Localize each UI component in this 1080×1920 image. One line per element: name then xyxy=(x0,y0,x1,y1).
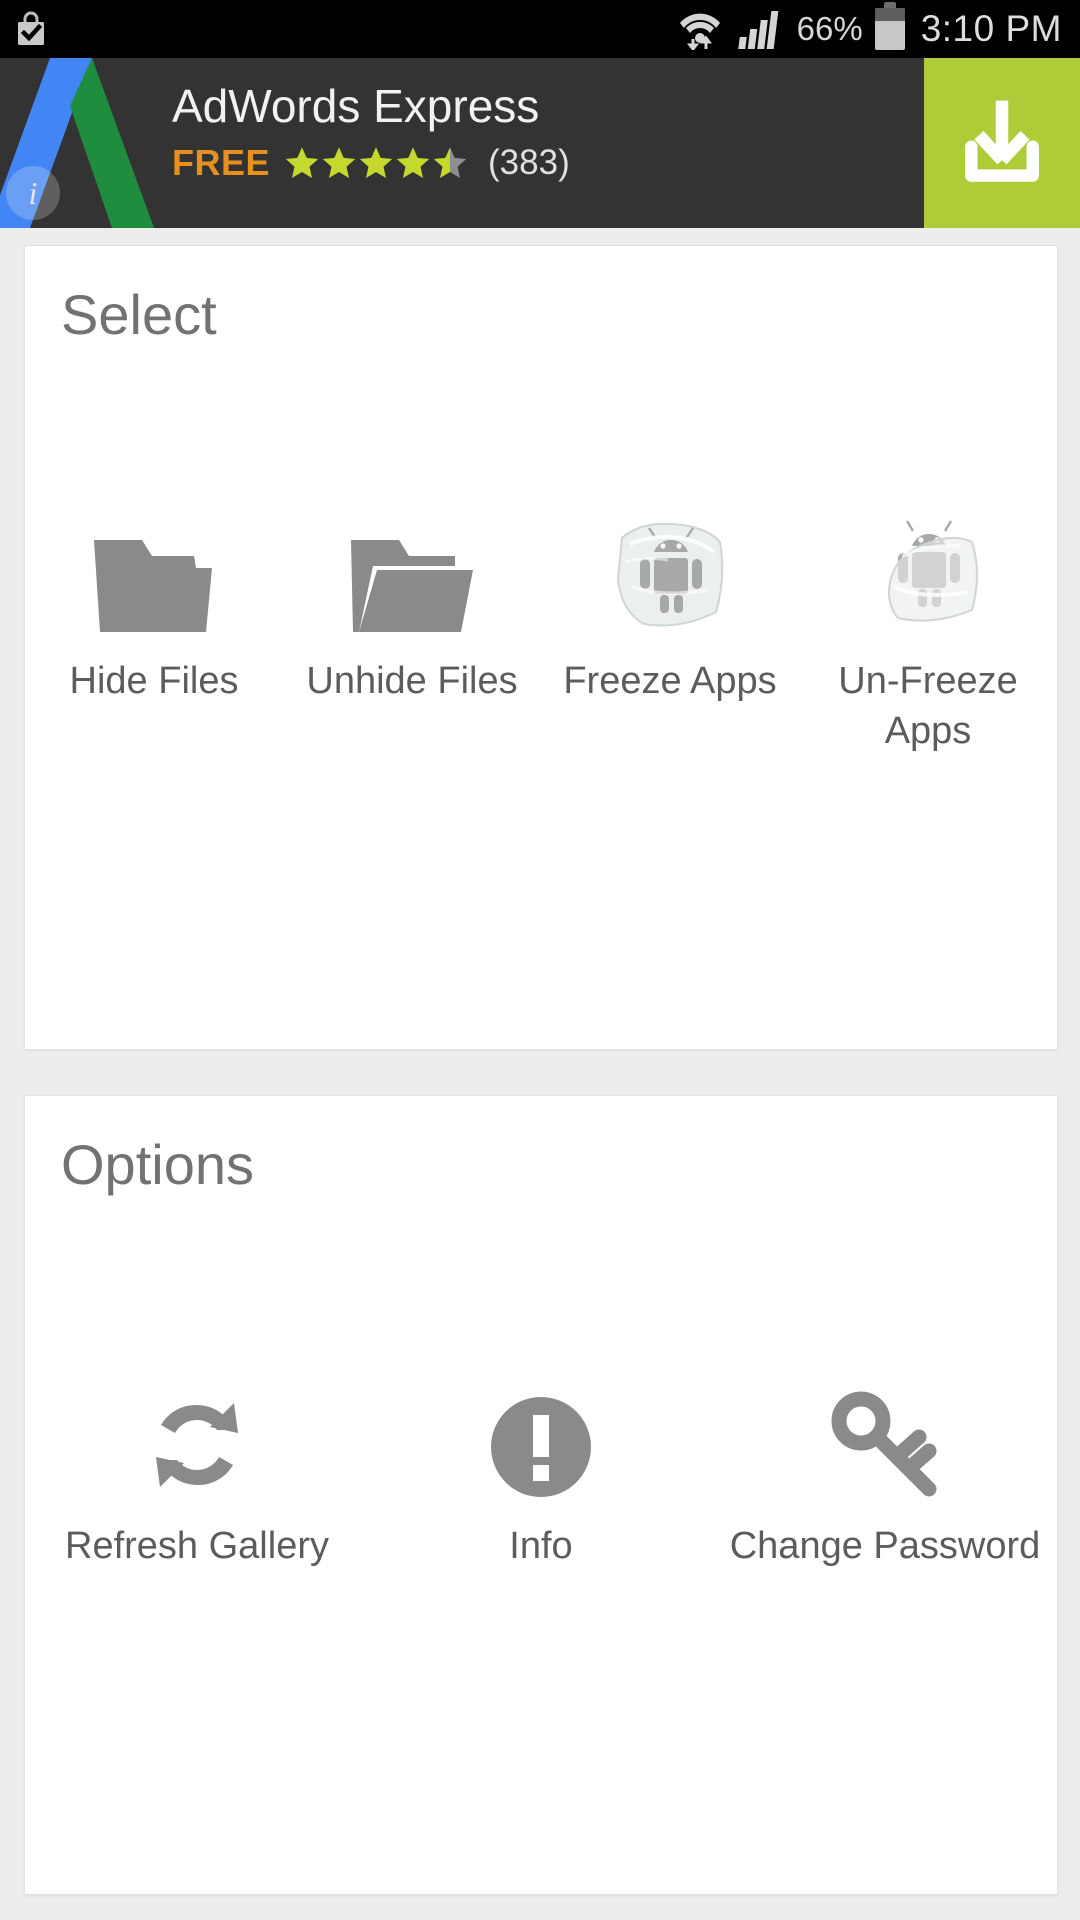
select-item-label: Un-Freeze Apps xyxy=(838,660,1018,752)
ad-info-icon[interactable]: i xyxy=(6,166,60,220)
select-grid: Hide Files Unhide Files Freeze Apps Un-F… xyxy=(25,506,1057,756)
options-card: Options Refresh Gallery Info Change Pass… xyxy=(24,1095,1058,1895)
download-icon xyxy=(954,93,1050,194)
star-icon xyxy=(358,145,394,181)
status-bar-right: 66% 3:10 PM xyxy=(673,2,1062,52)
star-icon xyxy=(432,145,468,181)
select-item-freeze-apps[interactable]: Freeze Apps xyxy=(541,506,799,756)
select-item-label: Unhide Files xyxy=(306,660,518,702)
star-icon xyxy=(321,145,357,181)
ad-download-button[interactable] xyxy=(924,58,1080,228)
select-item-unfreeze-apps[interactable]: Un-Freeze Apps xyxy=(799,506,1057,756)
options-item-label: Info xyxy=(509,1525,573,1567)
ad-title: AdWords Express xyxy=(172,80,540,132)
folder-closed-icon xyxy=(90,506,218,636)
refresh-icon xyxy=(141,1371,253,1501)
cellular-signal-icon xyxy=(737,9,785,49)
options-item-label: Refresh Gallery xyxy=(65,1525,329,1567)
battery-percent-label: 66% xyxy=(796,10,863,47)
ad-rating-stars xyxy=(284,145,468,181)
wifi-signal-icon xyxy=(673,8,727,52)
select-card-title: Select xyxy=(61,283,217,346)
options-item-label: Change Password xyxy=(729,1525,1041,1567)
android-frozen-ice-icon xyxy=(610,506,730,636)
android-melting-ice-icon xyxy=(868,506,988,636)
ad-subtitle-row: FREE (383) xyxy=(172,142,570,184)
select-item-unhide-files[interactable]: Unhide Files xyxy=(283,506,541,756)
options-card-title: Options xyxy=(61,1133,254,1196)
folder-open-icon xyxy=(347,506,477,636)
select-item-label: Hide Files xyxy=(69,660,239,702)
ad-price-label: FREE xyxy=(172,142,271,183)
options-grid: Refresh Gallery Info Change Password xyxy=(25,1371,1057,1571)
battery-icon xyxy=(874,2,905,50)
select-item-label: Freeze Apps xyxy=(563,660,777,702)
select-card: Select Hide Files Unhide Files Freeze Ap… xyxy=(24,245,1058,1050)
info-exclamation-icon xyxy=(487,1371,595,1501)
options-item-info[interactable]: Info xyxy=(369,1371,713,1571)
options-item-refresh-gallery[interactable]: Refresh Gallery xyxy=(25,1371,369,1571)
play-store-bag-check-icon xyxy=(14,11,48,47)
status-bar: 66% 3:10 PM xyxy=(0,0,1080,58)
ad-info-letter: i xyxy=(28,174,38,211)
key-icon xyxy=(827,1371,943,1501)
options-item-change-password[interactable]: Change Password xyxy=(713,1371,1057,1571)
ad-banner[interactable]: i AdWords Express FREE (383) xyxy=(0,58,1080,228)
status-bar-clock: 3:10 PM xyxy=(920,8,1062,49)
status-bar-left xyxy=(14,11,48,47)
app-root: 66% 3:10 PM i AdWords Express FREE (383) xyxy=(0,0,1080,1920)
star-icon xyxy=(395,145,431,181)
ad-text-block: AdWords Express FREE (383) xyxy=(172,80,570,184)
star-icon xyxy=(284,145,320,181)
ad-rating-count: (383) xyxy=(488,143,570,182)
select-item-hide-files[interactable]: Hide Files xyxy=(25,506,283,756)
